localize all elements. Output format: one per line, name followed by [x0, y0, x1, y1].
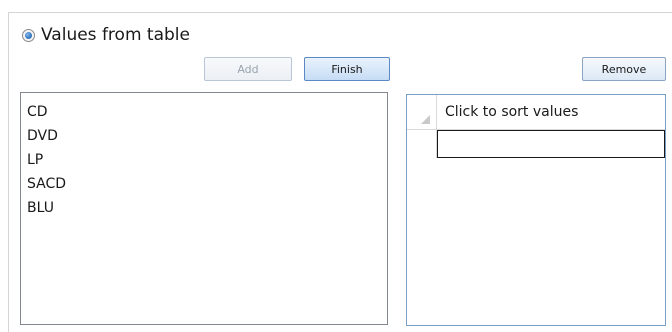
- select-all-corner[interactable]: [407, 95, 437, 129]
- sort-values-grid[interactable]: Click to sort values: [406, 94, 666, 326]
- list-item[interactable]: DVD: [21, 124, 387, 148]
- grid-header-row: Click to sort values: [407, 95, 665, 130]
- list-item[interactable]: BLU: [21, 196, 387, 220]
- values-from-table-option[interactable]: Values from table: [22, 25, 190, 45]
- radio-button-icon[interactable]: [22, 28, 35, 42]
- add-button[interactable]: Add: [204, 57, 292, 81]
- values-from-table-label: Values from table: [41, 25, 190, 45]
- grid-cell[interactable]: [437, 130, 665, 158]
- table-row[interactable]: [407, 130, 665, 158]
- group-frame-left: [8, 12, 9, 332]
- finish-button[interactable]: Finish: [304, 57, 390, 81]
- row-header[interactable]: [407, 130, 437, 158]
- corner-triangle-icon: [421, 115, 430, 124]
- list-item[interactable]: CD: [21, 100, 387, 124]
- list-item[interactable]: LP: [21, 148, 387, 172]
- radio-selected-dot: [25, 31, 32, 39]
- list-item[interactable]: SACD: [21, 172, 387, 196]
- remove-button[interactable]: Remove: [582, 57, 666, 81]
- values-listbox[interactable]: CD DVD LP SACD BLU: [20, 92, 388, 325]
- group-frame-top: [8, 12, 672, 13]
- sort-column-header[interactable]: Click to sort values: [437, 95, 665, 129]
